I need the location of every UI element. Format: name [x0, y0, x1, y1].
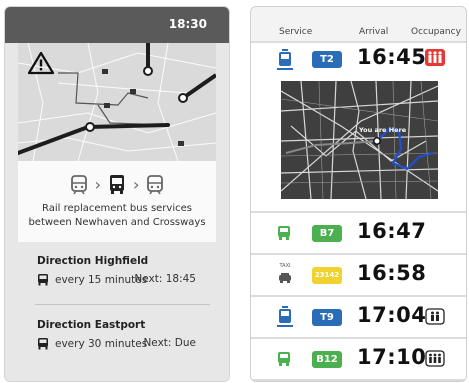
occupancy-medium-high-icon	[425, 350, 445, 367]
taxi-icon: TAXI	[277, 263, 293, 288]
route-badge: B12	[312, 351, 342, 368]
service-notice-card: › › Rail replacement bus services betwee…	[18, 161, 216, 242]
direction-item[interactable]: Direction Highfield every 15 minutes Nex…	[18, 249, 216, 299]
bus-icon	[38, 274, 48, 286]
next-departure: Next: Due	[143, 337, 196, 349]
departure-row[interactable]: T9 17:04	[251, 297, 466, 337]
warning-icon	[27, 51, 55, 75]
arrival-time: 17:04	[357, 303, 427, 327]
replacement-route-icons: › ›	[18, 173, 216, 195]
arrival-time: 16:45	[357, 45, 427, 69]
direction-item[interactable]: Direction Eastport every 30 minutes Next…	[18, 313, 216, 363]
occupancy-high-icon	[425, 49, 445, 66]
arrival-time: 17:10	[357, 345, 427, 369]
tram-icon	[277, 306, 293, 327]
status-bar: 18:30	[5, 7, 229, 43]
arrival-column-header: Arrival	[359, 27, 389, 37]
route-badge: B7	[312, 225, 342, 242]
occupancy-medium-icon	[425, 308, 445, 325]
direction-frequency: every 30 minutes	[37, 337, 147, 350]
route-badge: 23142	[312, 267, 342, 284]
tram-icon	[277, 49, 293, 70]
departure-row[interactable]: B12 17:10	[251, 339, 466, 379]
occupancy-column-header: Occupancy	[411, 27, 461, 37]
departure-row[interactable]: TAXI 23142 16:58	[251, 255, 466, 295]
direction-title: Direction Highfield	[37, 255, 149, 267]
route-badge: T2	[312, 51, 342, 68]
departures-board: Service Arrival Occupancy T2 16:45 You a…	[250, 6, 467, 382]
tram-icon	[70, 175, 87, 195]
bus-icon	[38, 338, 48, 350]
divider	[35, 304, 210, 305]
bus-icon	[278, 226, 290, 240]
arrival-time: 16:58	[357, 261, 427, 285]
service-column-header: Service	[279, 27, 313, 37]
local-area-map[interactable]: You are Here	[281, 81, 438, 199]
you-are-here-label: You are Here	[358, 126, 407, 134]
table-header: Service Arrival Occupancy	[251, 7, 466, 41]
next-departure: Next: 18:45	[134, 273, 196, 285]
route-badge: T9	[312, 309, 342, 326]
departure-row[interactable]: B7 16:47	[251, 213, 466, 253]
direction-title: Direction Eastport	[37, 319, 146, 331]
station-display-left: 18:30 › › Rail replacement bus services …	[4, 6, 230, 382]
chevron-right-icon: ›	[133, 174, 140, 194]
arrival-time: 16:47	[357, 219, 427, 243]
direction-frequency: every 15 minutes	[37, 273, 147, 286]
chevron-right-icon: ›	[94, 174, 101, 194]
bus-icon	[278, 352, 290, 366]
tram-icon	[147, 175, 164, 195]
clock: 18:30	[168, 17, 207, 31]
bus-icon	[110, 175, 124, 194]
notice-message: Rail replacement bus services between Ne…	[28, 203, 206, 228]
